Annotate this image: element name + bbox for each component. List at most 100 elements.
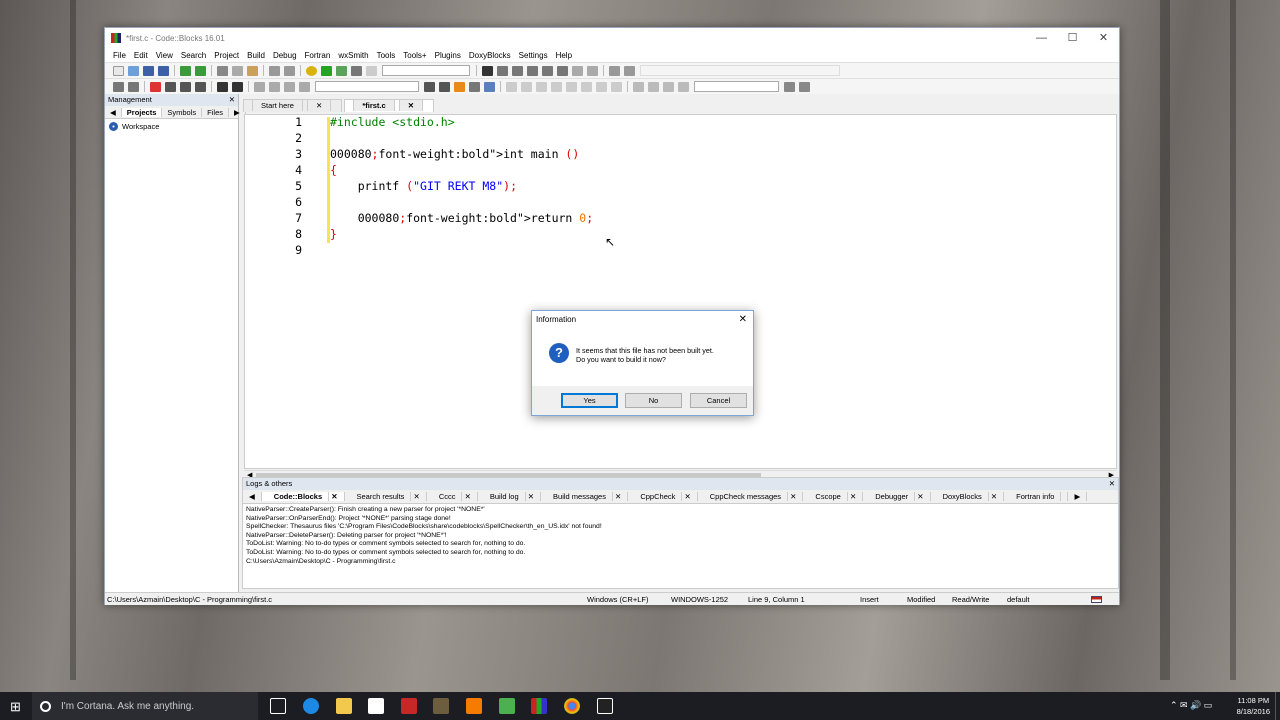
settings-wrench-icon[interactable] bbox=[799, 81, 810, 92]
tab-close-icon[interactable]: ✕ bbox=[398, 99, 424, 111]
scope-combo[interactable] bbox=[315, 81, 419, 92]
build-icon[interactable] bbox=[306, 65, 317, 76]
cancel-button[interactable]: Cancel bbox=[690, 393, 747, 408]
save-all-icon[interactable] bbox=[158, 65, 169, 76]
step-into-icon[interactable] bbox=[527, 65, 538, 76]
log-tab-cccc[interactable]: Cccc ✕ bbox=[427, 492, 478, 501]
bookmark-toggle-icon[interactable] bbox=[150, 81, 161, 92]
app-red-icon[interactable] bbox=[401, 698, 417, 714]
chars-icon[interactable] bbox=[678, 81, 689, 92]
cut-icon[interactable] bbox=[217, 65, 228, 76]
menu-build[interactable]: Build bbox=[243, 51, 269, 60]
menu-view[interactable]: View bbox=[152, 51, 177, 60]
strings-icon[interactable] bbox=[663, 81, 674, 92]
log-tab-build-messages[interactable]: Build messages ✕ bbox=[541, 492, 629, 501]
task-view-icon[interactable] bbox=[270, 698, 286, 714]
menu-tools-plus[interactable]: Tools+ bbox=[399, 51, 430, 60]
menu-help[interactable]: Help bbox=[552, 51, 576, 60]
undo-icon[interactable] bbox=[180, 65, 191, 76]
paste-icon[interactable] bbox=[247, 65, 258, 76]
menu-debug[interactable]: Debug bbox=[269, 51, 301, 60]
store-icon[interactable] bbox=[368, 698, 384, 714]
menu-settings[interactable]: Settings bbox=[515, 51, 552, 60]
cortana-search-box[interactable]: I'm Cortana. Ask me anything. bbox=[32, 692, 258, 720]
show-call-tip-icon[interactable] bbox=[269, 81, 280, 92]
run-to-cursor-icon[interactable] bbox=[497, 65, 508, 76]
edge-icon[interactable] bbox=[303, 698, 319, 714]
menu-search[interactable]: Search bbox=[177, 51, 210, 60]
menu-fortran[interactable]: Fortran bbox=[301, 51, 335, 60]
redo-icon[interactable] bbox=[195, 65, 206, 76]
code-line[interactable]: { bbox=[330, 163, 337, 177]
debug-windows-icon[interactable] bbox=[609, 65, 620, 76]
stop-debugger-icon[interactable] bbox=[587, 65, 598, 76]
file-explorer-icon[interactable] bbox=[336, 698, 352, 714]
menu-project[interactable]: Project bbox=[210, 51, 243, 60]
tab-files[interactable]: Files bbox=[202, 107, 229, 117]
debug-start-icon[interactable] bbox=[482, 65, 493, 76]
system-tray-icons[interactable]: ⌃ ✉ 🔊 ▭ bbox=[1170, 700, 1212, 711]
replace-icon[interactable] bbox=[284, 65, 295, 76]
app-dark-icon[interactable] bbox=[597, 698, 613, 714]
menu-file[interactable]: File bbox=[109, 51, 130, 60]
maximize-button[interactable]: ☐ bbox=[1057, 28, 1088, 48]
select-icon[interactable] bbox=[506, 81, 517, 92]
build-target-combo[interactable] bbox=[382, 65, 470, 76]
code-line[interactable]: 000080;font-weight:bold">return 0; bbox=[330, 211, 593, 225]
block-icon[interactable] bbox=[521, 81, 532, 92]
save-icon[interactable] bbox=[143, 65, 154, 76]
yes-button[interactable]: Yes bbox=[561, 393, 618, 408]
menu-edit[interactable]: Edit bbox=[130, 51, 152, 60]
menu-wxsmith[interactable]: wxSmith bbox=[334, 51, 372, 60]
log-tab-cppcheck-messages[interactable]: CppCheck messages ✕ bbox=[698, 492, 804, 501]
highlight-prev-icon[interactable] bbox=[424, 81, 435, 92]
log-tab-cscope[interactable]: Cscope ✕ bbox=[803, 492, 864, 501]
uncomment-icon[interactable] bbox=[232, 81, 243, 92]
search-combo[interactable] bbox=[694, 81, 779, 92]
copy-icon[interactable] bbox=[232, 65, 243, 76]
no-button[interactable]: No bbox=[625, 393, 682, 408]
workspace-tree-item[interactable]: Workspace bbox=[105, 119, 238, 134]
show-desktop-button[interactable] bbox=[1275, 692, 1280, 720]
bookmark-next-icon[interactable] bbox=[180, 81, 191, 92]
codeblocks-taskbar-icon[interactable] bbox=[531, 698, 547, 714]
thesaurus-icon[interactable] bbox=[484, 81, 495, 92]
menu-tools[interactable]: Tools bbox=[373, 51, 400, 60]
search-icon[interactable] bbox=[784, 81, 795, 92]
close-button[interactable]: ✕ bbox=[1088, 28, 1119, 48]
build-and-run-icon[interactable] bbox=[336, 65, 347, 76]
dialog-close-icon[interactable]: ✕ bbox=[739, 311, 747, 328]
app-orange-icon[interactable] bbox=[466, 698, 482, 714]
code-line[interactable]: printf ("GIT REKT M8"); bbox=[330, 179, 517, 193]
code-line[interactable]: } bbox=[330, 227, 337, 241]
taskbar-clock[interactable]: 11:08 PM 8/18/2016 bbox=[1237, 695, 1270, 717]
format-icon[interactable] bbox=[536, 81, 547, 92]
open-icon[interactable] bbox=[128, 65, 139, 76]
find-icon[interactable] bbox=[269, 65, 280, 76]
new-file-icon[interactable] bbox=[113, 65, 124, 76]
debug-info-icon[interactable] bbox=[624, 65, 635, 76]
abort-icon[interactable] bbox=[366, 65, 377, 76]
menu-plugins[interactable]: Plugins bbox=[431, 51, 465, 60]
tab-symbols[interactable]: Symbols bbox=[162, 107, 203, 117]
tab-projects[interactable]: Projects bbox=[121, 107, 163, 117]
tab-start-here[interactable]: Start here ✕ bbox=[243, 99, 343, 112]
log-tab-scroll-right-icon[interactable]: ▶ bbox=[1068, 492, 1088, 501]
spell-check-icon[interactable] bbox=[469, 81, 480, 92]
log-tab-build-log[interactable]: Build log ✕ bbox=[478, 492, 542, 501]
log-tab-fortran-info[interactable]: Fortran info bbox=[1004, 492, 1069, 501]
bookmark-clear-icon[interactable] bbox=[195, 81, 206, 92]
minimize-button[interactable]: — bbox=[1026, 28, 1057, 48]
menu-doxyblocks[interactable]: DoxyBlocks bbox=[465, 51, 515, 60]
app-brown-icon[interactable] bbox=[433, 698, 449, 714]
bookmark-prev-icon[interactable] bbox=[165, 81, 176, 92]
management-close-icon[interactable]: ✕ bbox=[229, 94, 235, 106]
run-icon[interactable] bbox=[321, 65, 332, 76]
fold-icon[interactable] bbox=[611, 81, 622, 92]
zoom-out-icon[interactable] bbox=[648, 81, 659, 92]
zoom-in-icon[interactable] bbox=[633, 81, 644, 92]
log-tab-codeblocks[interactable]: Code::Blocks ✕ bbox=[261, 492, 345, 501]
wrap-icon[interactable] bbox=[596, 81, 607, 92]
code-completion-icon[interactable] bbox=[254, 81, 265, 92]
log-tab-cppcheck[interactable]: CppCheck ✕ bbox=[628, 492, 698, 501]
